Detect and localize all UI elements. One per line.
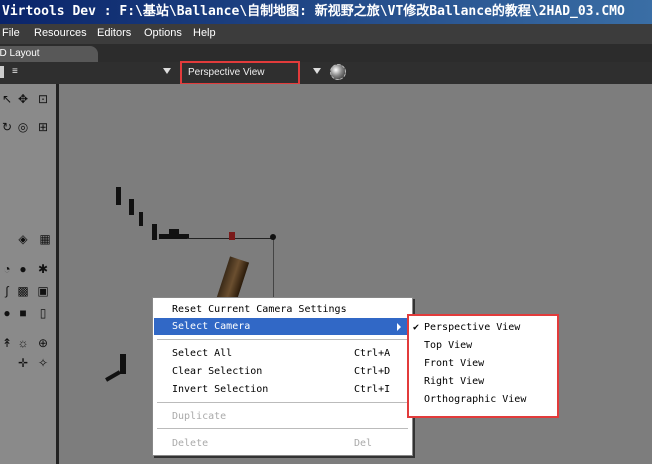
mesh-icon[interactable]: ▩: [16, 284, 30, 298]
menu-options[interactable]: Options: [144, 27, 182, 39]
menu-item-invert-selection[interactable]: Invert Selection Ctrl+I: [154, 381, 411, 398]
camera-orthographic-view[interactable]: Orthographic View: [424, 391, 526, 409]
submenu-arrow-icon: [397, 323, 401, 331]
view-chevron-down-icon[interactable]: [313, 68, 321, 74]
scene-object: [139, 212, 143, 226]
rotate-tool-icon[interactable]: ↻: [0, 120, 14, 134]
camera-top-view[interactable]: Top View: [424, 337, 472, 355]
camera-front-view[interactable]: Front View: [424, 355, 484, 373]
menu-separator: [157, 402, 408, 403]
grid-toggle-icon[interactable]: ▦: [38, 232, 52, 246]
scene-object: [152, 224, 157, 240]
scene-object: [116, 187, 121, 205]
window-title: Virtools Dev : F:\基站\Ballance\自制地图: 新视野之…: [0, 0, 652, 24]
menu-separator: [157, 339, 408, 340]
scene-object: [129, 199, 134, 215]
scene-object: [105, 370, 121, 382]
frame-icon[interactable]: ▣: [36, 284, 50, 298]
sun-icon[interactable]: ☼: [16, 336, 30, 350]
menu-item-select-camera[interactable]: Select Camera: [154, 318, 411, 335]
zoom-icon[interactable]: ⊕: [36, 336, 50, 350]
chevron-down-icon[interactable]: [163, 68, 171, 74]
star-icon[interactable]: ✱: [36, 262, 50, 276]
menu-item-duplicate[interactable]: Duplicate: [154, 408, 411, 425]
scene-object: [169, 229, 179, 235]
menubar: File Resources Editors Options Help: [0, 24, 652, 44]
bulb-icon[interactable]: ●: [16, 262, 30, 276]
scene-object: [120, 354, 126, 374]
tool-sidebar: ↖ ✥ ⊡ ↻ ◎ ⊞ ◈ ▦ ◔ ● ✱ ∫ ▩ ▣ ● ■ ▯ ↟ ☼ ⊕ …: [0, 84, 59, 464]
camera-submenu: ✔ Perspective View Top View Front View R…: [407, 314, 559, 418]
list-icon[interactable]: ≡: [12, 67, 22, 77]
cube-icon[interactable]: ■: [16, 306, 30, 320]
sphere-icon[interactable]: ●: [0, 306, 14, 320]
menu-resources[interactable]: Resources: [34, 27, 87, 39]
lock-icon[interactable]: ⊡: [36, 92, 50, 106]
camera-perspective-view[interactable]: ✔ Perspective View: [410, 319, 556, 337]
render-sphere-icon[interactable]: [330, 64, 346, 80]
page-icon[interactable]: ▯: [36, 306, 50, 320]
target-icon[interactable]: ◎: [16, 120, 30, 134]
pointer-icon[interactable]: ↟: [0, 336, 14, 350]
scene-object: [229, 232, 235, 240]
select-tool-icon[interactable]: ↖: [0, 92, 14, 106]
tab-strip: 3D Layout: [0, 44, 652, 63]
menu-item-delete[interactable]: Delete Del: [154, 435, 411, 452]
menu-item-clear-selection[interactable]: Clear Selection Ctrl+D: [154, 363, 411, 380]
grid-icon[interactable]: ◈: [16, 232, 30, 246]
view-select[interactable]: Perspective View: [180, 61, 300, 85]
tab-3d-layout[interactable]: 3D Layout: [0, 46, 98, 62]
scale-tool-icon[interactable]: ⊞: [36, 120, 50, 134]
scene-node: [270, 234, 276, 240]
checkmark-icon: ✔: [413, 322, 420, 333]
camera-right-view[interactable]: Right View: [424, 373, 484, 391]
menu-separator: [157, 428, 408, 429]
menu-item-reset-camera[interactable]: Reset Current Camera Settings: [154, 301, 411, 318]
viewport-toolbar: ≡: [0, 62, 652, 84]
menu-item-select-all[interactable]: Select All Ctrl+A: [154, 345, 411, 362]
light-icon[interactable]: ◔: [0, 262, 14, 276]
pan-icon[interactable]: ✛: [16, 356, 30, 370]
move-tool-icon[interactable]: ✥: [16, 92, 30, 106]
menu-file[interactable]: File: [2, 27, 20, 39]
viewport-context-menu: Reset Current Camera Settings Select Cam…: [152, 297, 413, 456]
curve-icon[interactable]: ∫: [0, 284, 14, 298]
menu-help[interactable]: Help: [193, 27, 216, 39]
menu-editors[interactable]: Editors: [97, 27, 131, 39]
orbit-icon[interactable]: ✧: [36, 356, 50, 370]
toolbar-grip: [0, 66, 4, 78]
